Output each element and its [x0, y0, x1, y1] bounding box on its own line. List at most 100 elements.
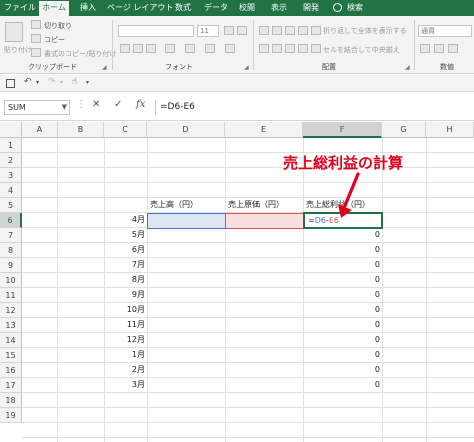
bold-icon[interactable] [120, 44, 130, 53]
percent-icon[interactable] [434, 44, 444, 53]
redo-dropdown-icon[interactable]: ▾ [60, 79, 63, 86]
tab-file[interactable]: ファイル [4, 0, 36, 16]
cut-button[interactable]: 切り取り [44, 21, 72, 31]
formula-input[interactable]: =D6-E6 [155, 100, 472, 115]
profit-value-cell[interactable]: 0 [303, 363, 382, 378]
fill-color-icon[interactable] [185, 44, 195, 53]
align-middle-icon[interactable] [272, 26, 282, 35]
italic-icon[interactable] [133, 44, 143, 53]
profit-value-cell[interactable]: 0 [303, 318, 382, 333]
font-launcher-icon[interactable]: ◢ [244, 64, 249, 71]
column-header-e[interactable]: E [225, 122, 303, 138]
merge-center-button[interactable]: セルを結合して中央揃え [323, 45, 400, 55]
font-shrink-icon[interactable] [237, 26, 247, 35]
cost-cell-referenced[interactable] [225, 213, 304, 229]
paste-button[interactable]: 貼り付け [4, 45, 32, 55]
tab-formulas[interactable]: 数式 [172, 0, 194, 16]
alignment-launcher-icon[interactable]: ◢ [405, 64, 410, 71]
profit-value-cell[interactable]: 0 [303, 273, 382, 288]
tab-view[interactable]: 表示 [268, 0, 290, 16]
month-cell[interactable]: 5月 [104, 228, 147, 243]
row-header-7[interactable]: 7 [0, 228, 22, 243]
save-icon[interactable] [6, 79, 15, 88]
align-bottom-icon[interactable] [285, 26, 295, 35]
row-header-8[interactable]: 8 [0, 243, 22, 258]
copy-button[interactable]: コピー [44, 35, 65, 45]
phonetic-icon[interactable] [225, 44, 235, 53]
orientation-icon[interactable] [298, 26, 308, 35]
font-grow-icon[interactable] [224, 26, 234, 35]
row-header-17[interactable]: 17 [0, 378, 22, 393]
cancel-icon[interactable]: ✕ [92, 99, 100, 110]
profit-value-cell[interactable]: 0 [303, 288, 382, 303]
undo-icon[interactable]: ↶ [24, 77, 32, 87]
row-header-1[interactable]: 1 [0, 138, 22, 153]
tab-insert[interactable]: 挿入 [77, 0, 99, 16]
column-header-c[interactable]: C [104, 122, 147, 138]
header-sales[interactable]: 売上高（円） [147, 198, 225, 213]
profit-value-cell[interactable]: 0 [303, 228, 382, 243]
align-top-icon[interactable] [259, 26, 269, 35]
redo-icon[interactable]: ↷ [48, 77, 56, 87]
border-icon[interactable] [165, 44, 175, 53]
month-cell[interactable]: 12月 [104, 333, 147, 348]
underline-icon[interactable] [146, 44, 156, 53]
month-cell[interactable]: 10月 [104, 303, 147, 318]
clipboard-launcher-icon[interactable]: ◢ [102, 64, 107, 71]
tab-review[interactable]: 校閲 [236, 0, 258, 16]
font-name-box[interactable] [118, 25, 194, 37]
row-header-9[interactable]: 9 [0, 258, 22, 273]
profit-value-cell[interactable]: 0 [303, 333, 382, 348]
row-header-19[interactable]: 19 [0, 408, 22, 423]
name-box[interactable]: SUM ▼ [4, 100, 70, 115]
month-cell[interactable]: 2月 [104, 363, 147, 378]
month-cell[interactable]: 9月 [104, 288, 147, 303]
paste-icon[interactable] [5, 22, 23, 42]
month-cell[interactable]: 4月 [104, 213, 147, 228]
month-cell[interactable]: 8月 [104, 273, 147, 288]
row-header-12[interactable]: 12 [0, 303, 22, 318]
row-header-11[interactable]: 11 [0, 288, 22, 303]
chevron-down-icon[interactable]: ▼ [62, 101, 67, 114]
profit-value-cell[interactable]: 0 [303, 243, 382, 258]
row-header-14[interactable]: 14 [0, 333, 22, 348]
row-header-5[interactable]: 5 [0, 198, 22, 213]
undo-dropdown-icon[interactable]: ▾ [36, 79, 39, 86]
row-header-18[interactable]: 18 [0, 393, 22, 408]
font-size-box[interactable]: 11 [197, 25, 219, 37]
month-cell[interactable]: 1月 [104, 348, 147, 363]
column-header-g[interactable]: G [382, 122, 426, 138]
profit-value-cell[interactable]: 0 [303, 348, 382, 363]
wrap-text-button[interactable]: 折り返して全体を表示する [323, 26, 407, 36]
profit-value-cell[interactable]: 0 [303, 258, 382, 273]
row-header-16[interactable]: 16 [0, 363, 22, 378]
insert-function-icon[interactable]: fx [136, 99, 145, 110]
month-cell[interactable]: 6月 [104, 243, 147, 258]
column-header-h[interactable]: H [426, 122, 474, 138]
column-header-b[interactable]: B [58, 122, 104, 138]
row-header-2[interactable]: 2 [0, 153, 22, 168]
profit-value-cell[interactable]: 0 [303, 378, 382, 393]
font-color-icon[interactable] [205, 44, 215, 53]
align-right-icon[interactable] [285, 44, 295, 53]
tab-data[interactable]: データ [203, 0, 229, 16]
currency-icon[interactable] [420, 44, 430, 53]
profit-value-cell[interactable]: 0 [303, 303, 382, 318]
tab-page-layout[interactable]: ページ レイアウト [107, 0, 173, 16]
column-header-f[interactable]: F [303, 122, 382, 138]
number-format-box[interactable]: 通貨 [418, 25, 472, 37]
customize-qat-icon[interactable]: ▾ [86, 79, 89, 86]
month-cell[interactable]: 3月 [104, 378, 147, 393]
indent-icon[interactable] [298, 44, 308, 53]
select-all-button[interactable] [0, 122, 22, 138]
tab-search[interactable]: 検索 [344, 0, 366, 16]
row-header-13[interactable]: 13 [0, 318, 22, 333]
month-cell[interactable]: 11月 [104, 318, 147, 333]
comma-icon[interactable] [448, 44, 458, 53]
column-header-d[interactable]: D [147, 122, 225, 138]
column-header-a[interactable]: A [22, 122, 58, 138]
tab-home[interactable]: ホーム [39, 1, 69, 16]
sales-cell-referenced[interactable] [147, 213, 226, 229]
header-cost[interactable]: 売上原価（円） [225, 198, 303, 213]
align-left-icon[interactable] [259, 44, 269, 53]
